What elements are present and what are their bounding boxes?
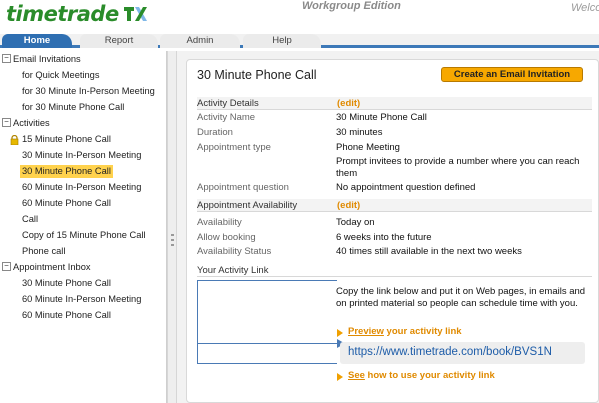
- availability-value: Today on: [336, 217, 375, 228]
- collapse-icon[interactable]: −: [2, 54, 11, 63]
- sidebar-item-activity-15-phone[interactable]: 15 Minute Phone Call: [22, 133, 111, 146]
- tab-help[interactable]: Help: [243, 34, 321, 48]
- collapse-icon[interactable]: −: [2, 262, 11, 271]
- activity-details-edit-link[interactable]: (edit): [337, 97, 360, 110]
- availability-label: Allow booking: [197, 232, 256, 243]
- availability-edit-link[interactable]: (edit): [337, 199, 360, 212]
- page-title: 30 Minute Phone Call: [197, 68, 317, 82]
- see-link-anchor[interactable]: See: [348, 370, 365, 381]
- sidebar-email-invitations[interactable]: Email Invitations: [13, 53, 81, 66]
- activity-details-header: Activity Details (edit): [197, 97, 592, 110]
- sidebar-item-invite-30-in-person[interactable]: for 30 Minute In-Person Meeting: [22, 85, 155, 98]
- callout-arrow-icon: [197, 280, 345, 348]
- splitter-handle[interactable]: [167, 51, 177, 403]
- grip-dot: [171, 239, 174, 241]
- logo: timetrade: [6, 2, 119, 26]
- sidebar-appointment-inbox[interactable]: Appointment Inbox: [13, 261, 91, 274]
- see-link[interactable]: See how to use your activity link: [348, 370, 495, 381]
- preview-link-rest: your activity link: [383, 326, 462, 337]
- preview-link[interactable]: Preview your activity link: [348, 326, 462, 337]
- sidebar-item-inbox-30-phone[interactable]: 30 Minute Phone Call: [22, 277, 111, 290]
- activity-panel: 30 Minute Phone Call Create an Email Inv…: [186, 59, 599, 403]
- play-icon: [337, 329, 343, 337]
- tab-report[interactable]: Report: [80, 34, 158, 48]
- activity-details-title: Activity Details: [197, 98, 259, 109]
- detail-label: Activity Name: [197, 112, 256, 123]
- play-icon: [337, 373, 343, 381]
- tab-home[interactable]: Home: [2, 34, 72, 48]
- lock-icon: [10, 135, 19, 145]
- grip-dot: [171, 234, 174, 236]
- detail-value: 30 minutes: [336, 127, 383, 138]
- create-email-invitation-button[interactable]: Create an Email Invitation: [441, 67, 583, 82]
- detail-label: Duration: [197, 127, 233, 138]
- sidebar-item-activity-call[interactable]: Call: [22, 213, 38, 226]
- sidebar-activities[interactable]: Activities: [13, 117, 50, 130]
- sidebar-item-activity-phone-call[interactable]: Phone call: [22, 245, 65, 258]
- sidebar-item-invite-30-phone[interactable]: for 30 Minute Phone Call: [22, 101, 124, 114]
- sidebar: − Email Invitations for Quick Meetings f…: [0, 51, 167, 403]
- preview-link-anchor[interactable]: Preview: [348, 326, 384, 337]
- detail-value: Phone Meeting: [336, 142, 400, 153]
- detail-label: Appointment question: [197, 182, 289, 193]
- sidebar-item-activity-30-in-person[interactable]: 30 Minute In-Person Meeting: [22, 149, 141, 162]
- availability-value: 40 times still available in the next two…: [336, 246, 522, 257]
- link-instructions: Copy the link below and put it on Web pa…: [336, 286, 586, 309]
- sidebar-item-activity-60-in-person[interactable]: 60 Minute In-Person Meeting: [22, 181, 141, 194]
- availability-value: 6 weeks into the future: [336, 232, 432, 243]
- sidebar-item-activity-30-phone[interactable]: 30 Minute Phone Call: [20, 165, 113, 178]
- sidebar-item-activity-60-phone[interactable]: 60 Minute Phone Call: [22, 197, 111, 210]
- welcome-text: Welco: [571, 2, 599, 14]
- main-area: 30 Minute Phone Call Create an Email Inv…: [177, 51, 599, 403]
- detail-value: 30 Minute Phone Call: [336, 112, 427, 123]
- collapse-icon[interactable]: −: [2, 118, 11, 127]
- tab-bar: Home Report Admin Help: [0, 34, 599, 48]
- header: timetrade Workgroup Edition Welco: [0, 0, 599, 34]
- availability-header: Appointment Availability (edit): [197, 199, 592, 212]
- tab-admin[interactable]: Admin: [160, 34, 240, 48]
- sidebar-item-invite-quick[interactable]: for Quick Meetings: [22, 69, 100, 82]
- activity-url[interactable]: https://www.timetrade.com/book/BVS1N: [348, 346, 552, 358]
- availability-label: Availability: [197, 217, 242, 228]
- availability-title: Appointment Availability: [197, 200, 298, 211]
- logo-mark-icon: [124, 7, 147, 21]
- sidebar-item-activity-copy-15-phone[interactable]: Copy of 15 Minute Phone Call: [22, 229, 146, 242]
- detail-label: Appointment type: [197, 142, 271, 153]
- activity-link-header: Your Activity Link: [197, 264, 592, 277]
- detail-value: Prompt invitees to provide a number wher…: [336, 156, 580, 179]
- activity-url-box[interactable]: https://www.timetrade.com/book/BVS1N: [340, 342, 585, 364]
- detail-value: No appointment question defined: [336, 182, 476, 193]
- activity-link-title: Your Activity Link: [197, 265, 269, 276]
- edition-label: Workgroup Edition: [302, 0, 401, 12]
- sidebar-item-inbox-60-in-person[interactable]: 60 Minute In-Person Meeting: [22, 293, 141, 306]
- grip-dot: [171, 244, 174, 246]
- sidebar-item-inbox-60-phone[interactable]: 60 Minute Phone Call: [22, 309, 111, 322]
- see-link-rest: how to use your activity link: [364, 370, 495, 381]
- availability-label: Availability Status: [197, 246, 272, 257]
